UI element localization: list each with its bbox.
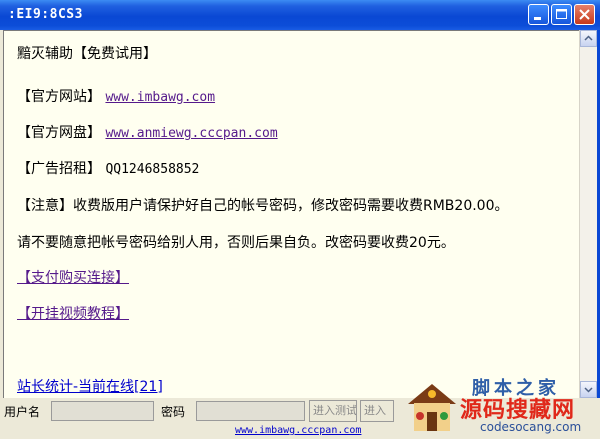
minimize-icon (534, 17, 541, 20)
stats-link-row: 站长统计-当前在线[21] (17, 376, 163, 396)
official-site-link[interactable]: www.imbawg.com (105, 90, 215, 105)
official-site-row: 【官方网站】 www.imbawg.com (17, 86, 215, 106)
close-button[interactable] (574, 4, 595, 25)
scroll-up-button[interactable] (580, 30, 597, 47)
page-heading: 黯灭辅助【免费试用】 (17, 46, 157, 62)
official-disk-label: 【官方网盘】 (17, 125, 101, 141)
video-tutorial-link[interactable]: 【开挂视频教程】 (17, 306, 129, 322)
enter-button[interactable]: 进入 (360, 400, 394, 422)
official-disk-row: 【官方网盘】 www.anmiewg.cccpan.com (17, 122, 278, 142)
content-panel: 黯灭辅助【免费试用】 【官方网站】 www.imbawg.com 【官方网盘】 … (3, 30, 579, 398)
close-icon (579, 9, 590, 20)
vertical-scrollbar[interactable] (579, 30, 597, 398)
password-label: 密码 (161, 405, 186, 419)
username-label: 用户名 (4, 405, 41, 419)
official-site-label: 【官方网站】 (17, 89, 101, 105)
password-input[interactable] (196, 401, 305, 421)
watermark: 脚本之家 源码搜藏网 codesocang.com (400, 372, 600, 439)
ad-value: QQ1246858852 (105, 162, 200, 177)
title-bar[interactable]: :EI9:8CS3 (0, 0, 600, 30)
enter-test-button[interactable]: 进入测试 (309, 400, 357, 422)
notice-line-2: 请不要随意把帐号密码给别人用，否则后果自负。改密码要收费20元。 (17, 235, 455, 251)
pay-link[interactable]: 【支付购买连接】 (17, 270, 129, 286)
minimize-button[interactable] (528, 4, 549, 25)
house-logo-icon (408, 384, 456, 431)
watermark-line3: codesocang.com (480, 420, 582, 434)
pay-link-row: 【支付购买连接】 (17, 267, 129, 287)
video-link-row: 【开挂视频教程】 (17, 303, 129, 323)
chevron-up-icon (584, 35, 593, 41)
window-title: :EI9:8CS3 (8, 7, 83, 22)
ad-label: 【广告招租】 (17, 161, 101, 177)
notice-line-1: 【注意】收费版用户请保护好自己的帐号密码，修改密码需要收费RMB20.00。 (17, 198, 509, 214)
stats-link[interactable]: 站长统计-当前在线[21] (17, 379, 163, 395)
footer-link[interactable]: www.imbawg.cccpan.com (235, 425, 361, 436)
ad-row: 【广告招租】 QQ1246858852 (17, 158, 199, 178)
app-window: :EI9:8CS3 黯灭辅助【免费试用】 【官方网站】 www.imbawg.c… (0, 0, 600, 439)
username-input[interactable] (51, 401, 154, 421)
maximize-button[interactable] (551, 4, 572, 25)
official-disk-link[interactable]: www.anmiewg.cccpan.com (105, 126, 277, 141)
maximize-icon (556, 9, 567, 19)
